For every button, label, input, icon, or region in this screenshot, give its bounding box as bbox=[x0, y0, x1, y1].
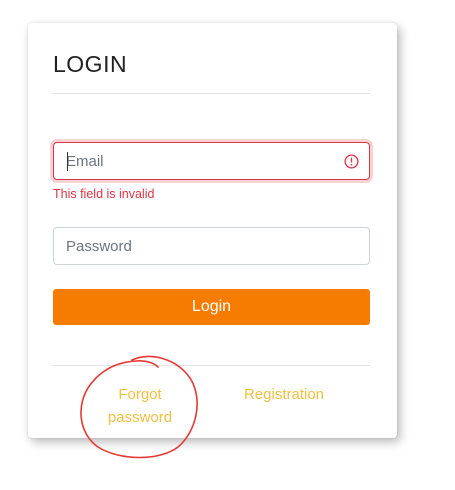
text-caret bbox=[67, 152, 68, 171]
page: LOGIN This field is invalid Login Forgot… bbox=[0, 0, 455, 490]
password-input[interactable] bbox=[54, 228, 369, 264]
forgot-password-label-line2: password bbox=[107, 409, 173, 426]
forgot-password-link[interactable]: Forgot password bbox=[100, 383, 180, 429]
login-title: LOGIN bbox=[53, 51, 128, 77]
forgot-password-label-line1: Forgot bbox=[118, 386, 162, 403]
email-field[interactable] bbox=[53, 142, 370, 180]
password-field[interactable] bbox=[53, 227, 370, 265]
registration-link[interactable]: Registration bbox=[234, 383, 334, 406]
email-error-message: This field is invalid bbox=[53, 187, 155, 201]
login-card: LOGIN This field is invalid Login Forgot… bbox=[28, 23, 397, 438]
exclamation-circle-icon bbox=[344, 154, 359, 169]
login-button[interactable]: Login bbox=[53, 289, 370, 325]
title-divider bbox=[53, 93, 370, 94]
footer-divider bbox=[53, 365, 370, 366]
email-input[interactable] bbox=[54, 143, 369, 179]
